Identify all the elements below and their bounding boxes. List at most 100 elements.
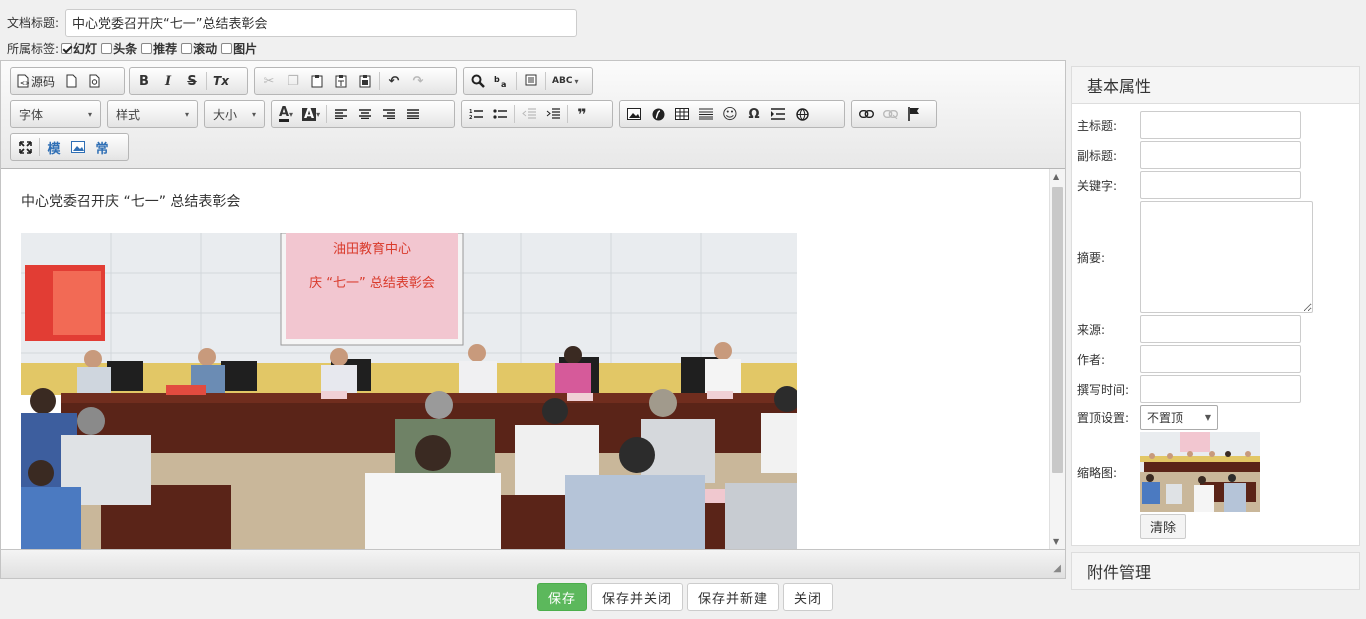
title-label: 文档标题:	[7, 16, 60, 30]
style-select[interactable]: 样式 ▾	[107, 100, 198, 128]
blockquote-icon[interactable]: ❞	[570, 103, 594, 125]
tags-label: 所属标签:	[7, 41, 60, 56]
close-button[interactable]: 关闭	[783, 583, 834, 611]
svg-text:b: b	[494, 75, 500, 84]
iframe-globe-icon[interactable]	[790, 103, 814, 125]
attachments-panel-title[interactable]: 附件管理	[1071, 552, 1360, 590]
sub-title-input[interactable]	[1140, 141, 1301, 169]
summary-textarea[interactable]	[1140, 201, 1313, 313]
align-left-icon[interactable]	[329, 103, 353, 125]
editor-content[interactable]: 中心党委召开庆 “七一” 总结表彰会 油田教育中心 庆 “七一” 总结表彰会	[1, 169, 1049, 549]
meeting-photo: 油田教育中心 庆 “七一” 总结表彰会	[21, 233, 797, 549]
checkbox-icon[interactable]	[221, 42, 233, 54]
toolbar-group-insert: ☺ Ω	[619, 100, 845, 128]
maximize-icon[interactable]	[13, 136, 37, 158]
align-right-icon[interactable]	[377, 103, 401, 125]
svg-text:a: a	[501, 80, 506, 88]
outdent-icon[interactable]	[517, 103, 541, 125]
special-char-icon[interactable]: Ω	[742, 103, 766, 125]
main-title-field: 主标题:	[1077, 111, 1301, 139]
remove-format-button[interactable]: Tx	[209, 70, 233, 92]
tag-headline[interactable]: 头条	[101, 40, 137, 57]
image-icon[interactable]	[622, 103, 646, 125]
template-button[interactable]: 模	[42, 136, 66, 158]
size-select[interactable]: 大小 ▾	[204, 100, 265, 128]
title-row: 文档标题:	[7, 8, 578, 37]
write-time-input[interactable]	[1140, 375, 1301, 403]
numbered-list-icon[interactable]: 12	[464, 103, 488, 125]
image-upload-icon[interactable]	[66, 136, 90, 158]
new-page-icon[interactable]	[59, 70, 83, 92]
tag-recommend[interactable]: 推荐	[141, 40, 177, 57]
copy-icon[interactable]: ❐	[281, 70, 305, 92]
text-color-icon[interactable]: A ▾	[274, 103, 298, 125]
content-scrollbar[interactable]: ▲ ▼	[1049, 169, 1065, 549]
page-break-icon[interactable]	[766, 103, 790, 125]
toolbar-group-color-align: A ▾ A ▾	[271, 100, 455, 128]
tag-picture[interactable]: 图片	[221, 40, 257, 57]
find-icon[interactable]	[466, 70, 490, 92]
paste-word-icon[interactable]	[353, 70, 377, 92]
align-center-icon[interactable]	[353, 103, 377, 125]
top-setting-select[interactable]: 不置顶 ▼	[1140, 405, 1218, 430]
checkbox-checked-icon[interactable]	[61, 42, 73, 54]
toolbar-group-extra: 模 常	[10, 133, 129, 161]
align-justify-icon[interactable]	[401, 103, 425, 125]
clear-thumbnail-button[interactable]: 清除	[1140, 514, 1187, 539]
banner-line2: 庆 “七一” 总结表彰会	[309, 275, 435, 291]
link-icon[interactable]	[854, 103, 878, 125]
source-input[interactable]	[1140, 315, 1301, 343]
checkbox-icon[interactable]	[141, 42, 153, 54]
common-button[interactable]: 常	[90, 136, 114, 158]
editor-statusbar: ◢	[1, 549, 1065, 578]
select-all-icon[interactable]	[519, 70, 543, 92]
replace-icon[interactable]: ba	[490, 70, 514, 92]
source-button[interactable]: <> 源码	[13, 70, 59, 92]
font-select[interactable]: 字体 ▾	[10, 100, 101, 128]
indent-icon[interactable]	[541, 103, 565, 125]
bulleted-list-icon[interactable]	[488, 103, 512, 125]
strike-button[interactable]: S	[180, 70, 204, 92]
redo-icon[interactable]: ↷	[406, 70, 430, 92]
save-button[interactable]: 保存	[537, 583, 588, 611]
source-field: 来源:	[1077, 315, 1301, 343]
scroll-up-icon[interactable]: ▲	[1053, 172, 1059, 181]
toolbar-group-clipboard: ✂ ❐ ↶ ↷	[254, 67, 457, 95]
checkbox-icon[interactable]	[181, 42, 193, 54]
source-icon: <>	[17, 74, 29, 88]
bold-button[interactable]: B	[132, 70, 156, 92]
paste-icon[interactable]	[305, 70, 329, 92]
checkbox-icon[interactable]	[101, 42, 113, 54]
horizontal-rule-icon[interactable]	[694, 103, 718, 125]
resize-grip-icon[interactable]: ◢	[1053, 563, 1061, 574]
author-input[interactable]	[1140, 345, 1301, 373]
main-title-input[interactable]	[1140, 111, 1301, 139]
table-icon[interactable]	[670, 103, 694, 125]
keywords-field: 关键字:	[1077, 171, 1301, 199]
smiley-icon[interactable]: ☺	[718, 103, 742, 125]
save-new-button[interactable]: 保存并新建	[687, 583, 780, 611]
chevron-down-icon: ▾	[184, 109, 189, 119]
anchor-flag-icon[interactable]	[902, 103, 926, 125]
save-close-button[interactable]: 保存并关闭	[591, 583, 684, 611]
unlink-icon[interactable]	[878, 103, 902, 125]
scrollbar-thumb[interactable]	[1052, 187, 1063, 473]
spellcheck-icon[interactable]: ABC ▾	[548, 70, 582, 92]
scroll-down-icon[interactable]: ▼	[1053, 537, 1059, 546]
title-input[interactable]	[65, 8, 578, 37]
bg-color-icon[interactable]: A ▾	[298, 103, 324, 125]
tag-scroll[interactable]: 滚动	[181, 40, 217, 57]
panel-title: 基本属性	[1072, 67, 1359, 104]
thumbnail-field: 缩略图:	[1077, 432, 1260, 512]
basic-properties-panel: 基本属性 主标题: 副标题: 关键字: 摘要: 来源: 作者: 撰写时间: 置顶…	[1071, 66, 1360, 546]
tags-row: 所属标签: 幻灯 头条 推荐 滚动 图片	[7, 39, 261, 57]
preview-icon[interactable]	[83, 70, 107, 92]
tag-slide[interactable]: 幻灯	[61, 40, 97, 57]
keywords-input[interactable]	[1140, 171, 1301, 199]
top-setting-field: 置顶设置: 不置顶 ▼	[1077, 405, 1218, 430]
paste-text-icon[interactable]	[329, 70, 353, 92]
cut-icon[interactable]: ✂	[257, 70, 281, 92]
italic-button[interactable]: I	[156, 70, 180, 92]
flash-icon[interactable]	[646, 103, 670, 125]
undo-icon[interactable]: ↶	[382, 70, 406, 92]
